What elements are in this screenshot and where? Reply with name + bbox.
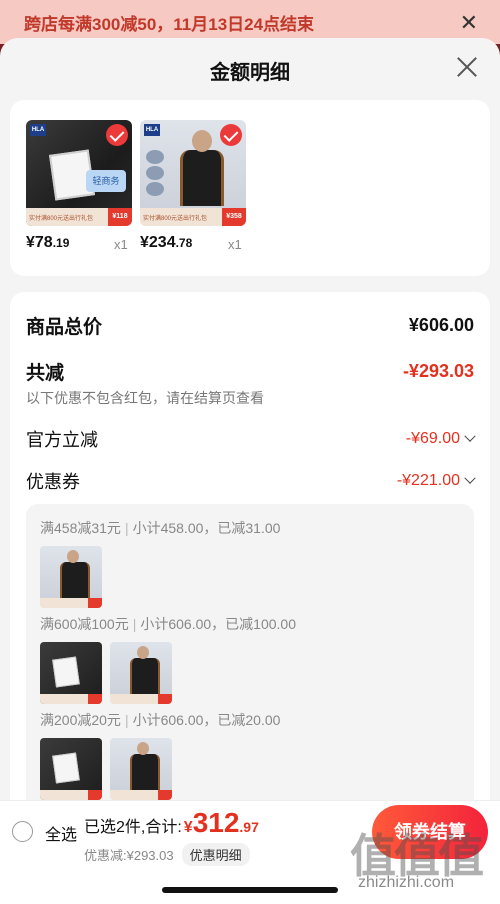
coupon-rule-name: 满200减20元 — [40, 712, 121, 728]
product-tag: 轻商务 — [86, 170, 126, 192]
watermark-url: zhizhizhi.com — [358, 874, 455, 891]
discount-note: 以下优惠不包含红包，请在结算页查看 — [26, 390, 264, 406]
sheet-close-icon[interactable] — [454, 54, 480, 80]
model-image — [180, 130, 224, 206]
total-summary: 已选2件,合计: ¥ 312 .97 — [84, 807, 259, 839]
coupon-rule-name: 满458减31元 — [40, 520, 121, 536]
product-qty: x1 — [228, 237, 242, 252]
official-discount-label: 官方立减 — [26, 430, 98, 450]
promo-strip-tag: ¥358 — [222, 208, 246, 226]
select-all-radio[interactable] — [12, 821, 33, 842]
coupon-product-thumb — [40, 642, 102, 704]
select-all-label[interactable]: 全选 — [45, 821, 77, 845]
coupon-rule: 满600减100元 | 小计606.00，已减100.00 — [40, 616, 296, 632]
total-dec: .97 — [239, 819, 259, 835]
coupon-value: -¥221.00 — [396, 472, 460, 489]
total-price-value: ¥606.00 — [408, 315, 474, 335]
promo-strip-text: 实付满800元送出行礼包 — [29, 215, 94, 222]
watermark: 值值值 zhizhizhi.com — [350, 820, 496, 900]
discount-detail-button[interactable]: 优惠明细 — [181, 843, 250, 866]
promo-strip: 实付满800元送出行礼包 ¥358 — [140, 208, 246, 226]
product-item[interactable]: HLA 实付满800元送出行礼包 ¥358 ¥234.78 x1 — [140, 120, 262, 252]
award-badges — [146, 150, 168, 198]
coupon-label: 优惠券 — [26, 472, 80, 492]
product-thumbnail[interactable]: HLA 轻商务 实付满800元送出行礼包 ¥118 — [26, 120, 132, 226]
price-dec: .78 — [175, 236, 193, 250]
total-reduce-label: 共减 — [26, 363, 65, 384]
coupon-product-thumb — [40, 546, 102, 608]
chevron-down-icon[interactable] — [464, 430, 476, 442]
official-discount-value: -¥69.00 — [405, 430, 460, 447]
coupon-rule: 满200减20元 | 小计606.00，已减20.00 — [40, 712, 281, 728]
coupon-rule-detail: 小计606.00，已减20.00 — [132, 712, 281, 728]
product-card: HLA 轻商务 实付满800元送出行礼包 ¥118 ¥78.19 x1 HLA — [10, 100, 490, 276]
total-price-row: 商品总价 ¥606.00 — [26, 312, 474, 339]
promo-strip: 实付满800元送出行礼包 ¥118 — [26, 208, 132, 226]
discount-summary: 优惠减:¥293.03 优惠明细 — [84, 843, 250, 866]
total-reduce-value: -¥293.03 — [402, 361, 474, 381]
discount-text: 优惠减:¥293.03 — [84, 848, 174, 863]
product-thumbnail[interactable]: HLA 实付满800元送出行礼包 ¥358 — [140, 120, 246, 226]
coupon-rule: 满458减31元 | 小计458.00，已减31.00 — [40, 520, 281, 536]
coupon-product-thumb — [40, 738, 102, 800]
coupon-rule-name: 满600减100元 — [40, 616, 129, 632]
currency-symbol: ¥ — [183, 819, 193, 836]
product-item[interactable]: HLA 轻商务 实付满800元送出行礼包 ¥118 ¥78.19 x1 — [26, 120, 148, 252]
coupon-product-thumb — [110, 642, 172, 704]
coupon-rule-detail: 小计458.00，已减31.00 — [132, 520, 281, 536]
brand-logo: HLA — [144, 124, 160, 136]
coupon-row[interactable]: 优惠券 -¥221.00 — [26, 468, 476, 494]
price-int: ¥78 — [26, 234, 53, 251]
product-price: ¥234.78 — [140, 234, 192, 252]
price-int: ¥234 — [140, 234, 176, 251]
chevron-down-icon[interactable] — [464, 472, 476, 484]
total-int: 312 — [192, 807, 240, 838]
promo-strip-tag: ¥118 — [108, 208, 132, 226]
total-reduce-row: 共减 -¥293.03 — [26, 358, 474, 385]
amount-detail-sheet: 金额明细 HLA 轻商务 实付满800元送出行礼包 ¥118 ¥78.19 x1… — [0, 38, 500, 904]
selected-check-icon[interactable] — [106, 124, 128, 146]
coupon-rule-detail: 小计606.00，已减100.00 — [140, 616, 296, 632]
promo-banner-text: 跨店每满300减50，11月13日24点结束 — [24, 14, 315, 34]
promo-strip-text: 实付满800元送出行礼包 — [143, 215, 208, 222]
product-price: ¥78.19 — [26, 234, 69, 252]
product-qty: x1 — [114, 237, 128, 252]
selected-count-text: 已选2件,合计: — [84, 819, 182, 836]
selected-check-icon[interactable] — [220, 124, 242, 146]
sheet-title: 金额明细 — [210, 62, 290, 84]
close-icon[interactable]: ✕ — [460, 10, 478, 36]
official-discount-row[interactable]: 官方立减 -¥69.00 — [26, 426, 476, 452]
home-indicator — [162, 887, 338, 893]
total-price-label: 商品总价 — [26, 317, 103, 338]
price-dec: .19 — [52, 236, 70, 250]
coupon-product-thumb — [110, 738, 172, 800]
brand-logo: HLA — [30, 124, 46, 136]
